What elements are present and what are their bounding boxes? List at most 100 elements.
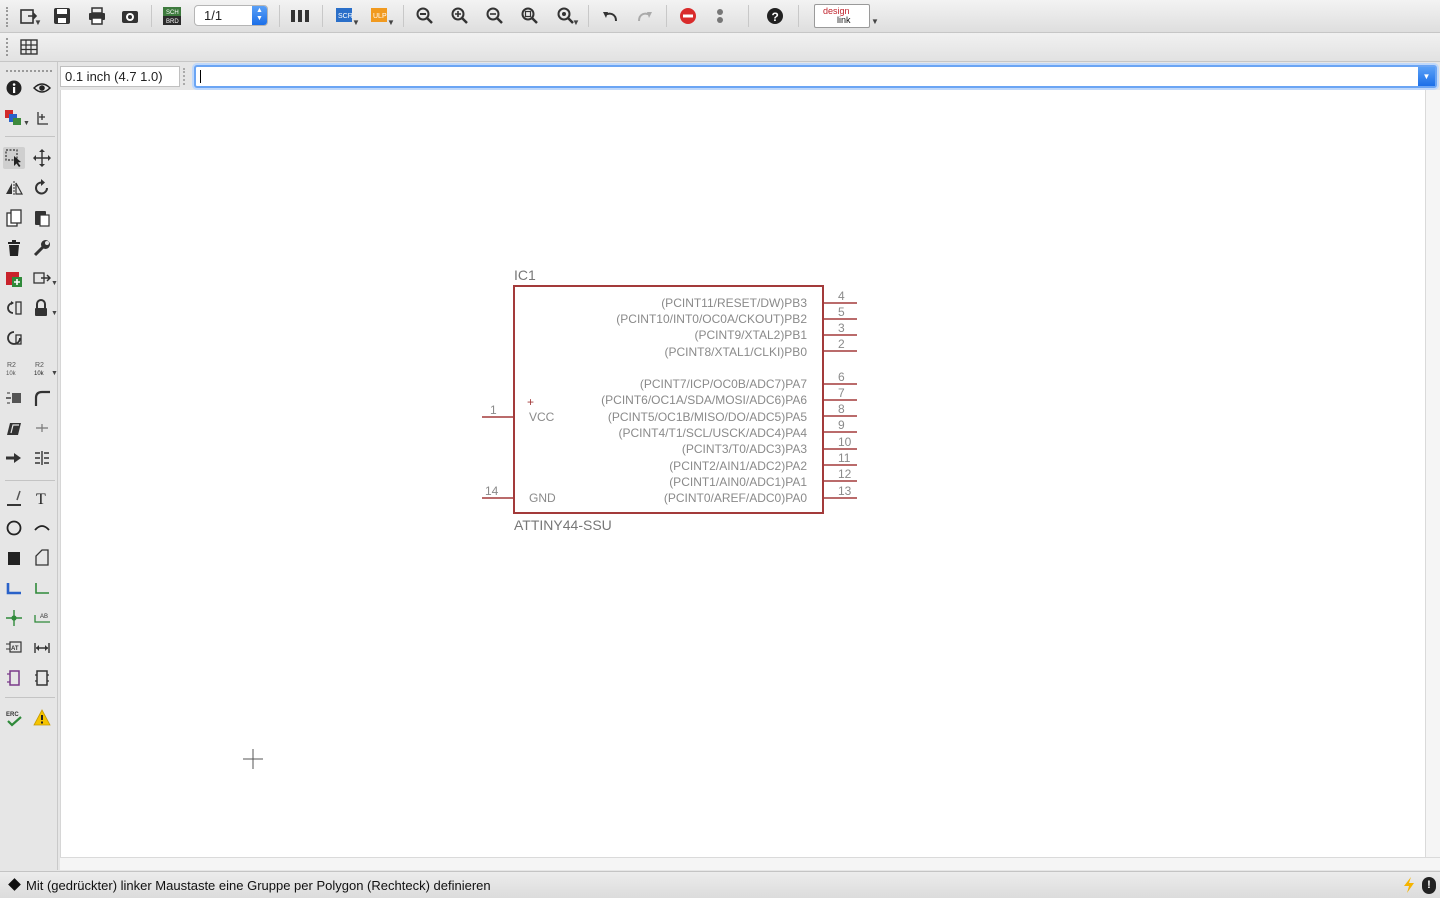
change-icon[interactable] [31,237,53,259]
cam-processor-icon[interactable] [117,4,143,28]
layers-dropdown-icon[interactable]: ▼ [23,120,30,127]
sheet-selector[interactable]: 1/1 ▲ ▼ [194,5,268,26]
toolbar-grip[interactable] [6,38,8,56]
pin-number: 3 [838,321,845,335]
miter-icon[interactable] [31,387,53,409]
pin-name: (PCINT1/AIN0/ADC1)PA1 [669,475,807,489]
script-dropdown-icon[interactable]: ▼ [352,18,360,27]
smash-icon[interactable] [3,387,25,409]
help-icon[interactable]: ? [762,4,788,28]
pin-name: (PCINT4/T1/SCL/USCK/ADC4)PA4 [619,426,808,440]
value-icon[interactable]: R2 10k [31,357,53,379]
ulp-dropdown-icon[interactable]: ▼ [387,18,395,27]
replace-dropdown-icon[interactable]: ▼ [51,280,58,287]
svg-text:SCH: SCH [166,10,179,16]
info-icon[interactable] [3,77,25,99]
paste-icon[interactable] [31,207,53,229]
svg-text:AB: AB [40,614,48,620]
save-icon[interactable] [49,4,75,28]
grid-icon[interactable] [16,35,42,59]
copy-icon[interactable] [3,207,25,229]
right-pin[interactable]: 4 (PCINT11/RESET/DW)PB3 [661,289,857,310]
ripup-icon[interactable] [3,447,25,469]
zoom-in-icon[interactable] [447,4,473,28]
stop-icon[interactable] [675,4,701,28]
command-history-dropdown-icon[interactable]: ▼ [1418,67,1435,86]
redo-icon[interactable] [632,4,658,28]
go-icon[interactable] [707,4,733,28]
rect-icon[interactable] [3,547,25,569]
add-part-icon[interactable] [3,267,25,289]
junction-icon[interactable] [3,607,25,629]
replace-icon[interactable] [31,267,53,289]
erc-icon[interactable]: ERC [3,707,25,729]
zoom-redraw-icon[interactable] [517,4,543,28]
circle-icon[interactable] [3,517,25,539]
svg-text:SCR: SCR [338,13,353,20]
polygon-icon[interactable] [31,547,53,569]
zoom-dropdown-icon[interactable]: ▼ [572,18,580,27]
value-dropdown-icon[interactable]: ▼ [51,370,58,377]
toolbar-grip[interactable] [6,70,52,72]
pin-number: 5 [838,305,845,319]
sheets-icon[interactable] [287,4,313,28]
open-dropdown-icon[interactable]: ▼ [34,18,42,27]
mirror-icon[interactable] [3,177,25,199]
right-pin[interactable]: 6 (PCINT7/ICP/OC0B/ADC7)PA7 [640,370,857,391]
align-icon[interactable] [31,447,53,469]
split-icon[interactable] [3,417,25,439]
design-link-button[interactable]: design link [814,4,870,28]
pin-number: 12 [838,467,852,481]
dimension-icon[interactable] [31,637,53,659]
label-icon[interactable]: AB [31,607,53,629]
design-link-dropdown-icon[interactable]: ▼ [871,17,879,26]
mark-icon[interactable] [31,107,53,129]
grid-size-display: 0.1 inch (4.7 1.0) [60,66,180,87]
name-icon[interactable]: R2 10k [3,357,25,379]
pin-name: (PCINT3/T0/ADC3)PA3 [682,442,807,456]
pin-number: 13 [838,484,852,498]
display-layers-icon[interactable] [3,107,25,129]
svg-text:?: ? [772,10,779,24]
zoom-fit-icon[interactable] [412,4,438,28]
pin-name: (PCINT10/INT0/OC0A/CKOUT)PB2 [616,312,807,326]
attribute-icon[interactable]: AT [3,637,25,659]
modules-icon[interactable] [31,667,53,689]
undo-icon[interactable] [597,4,623,28]
lightning-icon[interactable] [1402,876,1416,897]
frame-icon[interactable] [3,667,25,689]
vertical-scrollbar[interactable] [1425,90,1440,857]
rotate-icon[interactable] [31,177,53,199]
pin-name: (PCINT11/RESET/DW)PB3 [661,296,807,310]
horizontal-scrollbar[interactable] [60,857,1440,870]
main-toolbar: ▼ SCH BRD 1/1 ▲ ▼ SCR ▼ ULP ▼ ▼ ? design… [0,0,1440,33]
errors-warning-icon[interactable] [31,707,53,729]
toolbar-grip[interactable] [6,7,8,27]
error-indicator-icon[interactable]: ! [1422,877,1436,894]
svg-text:10k: 10k [34,371,45,377]
move-icon[interactable] [31,147,53,169]
arc-icon[interactable] [31,517,53,539]
invoke-icon[interactable] [3,327,25,349]
vcc-plus-symbol: + [527,395,534,409]
line-icon[interactable] [3,487,25,509]
sheet-stepper-icon[interactable]: ▲ ▼ [252,6,267,25]
zoom-out-icon[interactable] [482,4,508,28]
gate-swap-icon[interactable] [3,297,25,319]
net-icon[interactable] [31,577,53,599]
pin-swap-icon[interactable] [31,297,53,319]
pin-name: (PCINT0/AREF/ADC0)PA0 [664,491,807,505]
pin-swap-dropdown-icon[interactable]: ▼ [51,310,58,317]
pin-number: 10 [838,435,852,449]
group-select-icon[interactable] [3,147,25,169]
bus-icon[interactable] [3,577,25,599]
print-icon[interactable] [84,4,110,28]
command-bar-grip[interactable] [183,68,185,85]
schematic-canvas[interactable]: IC1 ATTINY44-SSU 1 + VCC 14 GND 4 (PCINT… [60,90,1425,857]
delete-icon[interactable] [3,237,25,259]
optimize-icon[interactable] [31,417,53,439]
command-line-input[interactable]: ▼ [194,65,1437,88]
sch-brd-switch-icon[interactable]: SCH BRD [159,4,185,28]
text-icon[interactable]: T [31,487,53,509]
show-icon[interactable] [31,77,53,99]
